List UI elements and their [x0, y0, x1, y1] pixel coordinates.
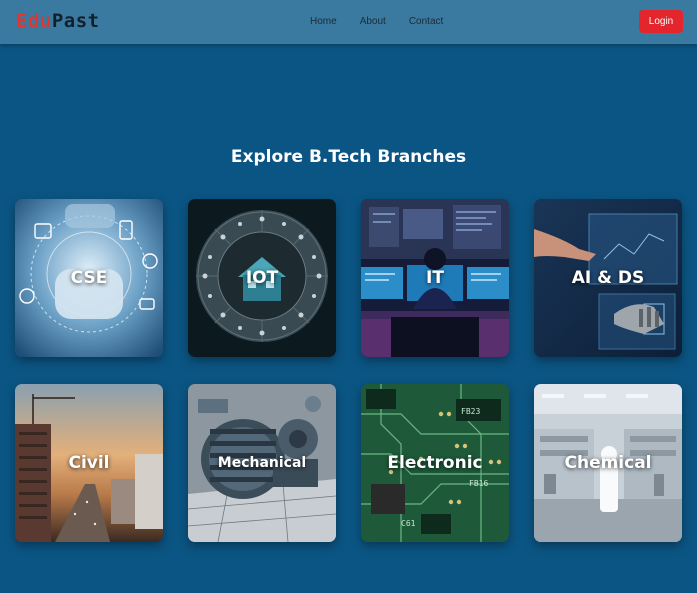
- nav-links: Home About Contact: [310, 16, 466, 27]
- section-title: Explore B.Tech Branches: [230, 147, 467, 167]
- branch-card-civil[interactable]: Civil: [15, 384, 163, 542]
- branch-card-mech[interactable]: Mechanical: [188, 384, 336, 542]
- branch-label-it: IT: [426, 268, 444, 288]
- branch-label-mech: Mechanical: [217, 455, 307, 471]
- branch-card-elec[interactable]: FB23 FB16 C61 Electronic: [361, 384, 509, 542]
- branch-label-aids: AI & DS: [571, 268, 645, 288]
- nav-contact-link[interactable]: Contact: [409, 16, 443, 27]
- branch-card-it[interactable]: IT: [361, 199, 509, 357]
- branch-label-elec: Electronic: [387, 453, 483, 473]
- nav-about-link[interactable]: About: [360, 16, 386, 27]
- branch-label-iot: IOT: [245, 268, 279, 288]
- branch-card-iot[interactable]: IOT: [188, 199, 336, 357]
- branch-label-civil: Civil: [68, 453, 110, 473]
- navbar: EduPast Home About Contact Login: [0, 0, 697, 44]
- logo[interactable]: EduPast: [16, 10, 100, 32]
- login-button[interactable]: Login: [639, 10, 683, 33]
- nav-home-link[interactable]: Home: [310, 16, 337, 27]
- branch-card-aids[interactable]: AI & DS: [534, 199, 682, 357]
- logo-past: Past: [51, 10, 100, 32]
- branch-label-chem: Chemical: [564, 453, 652, 473]
- branch-card-cse[interactable]: CSE: [15, 199, 163, 357]
- branch-label-cse: CSE: [70, 268, 108, 288]
- branch-card-chem[interactable]: Chemical: [534, 384, 682, 542]
- logo-edu: Edu: [16, 10, 52, 32]
